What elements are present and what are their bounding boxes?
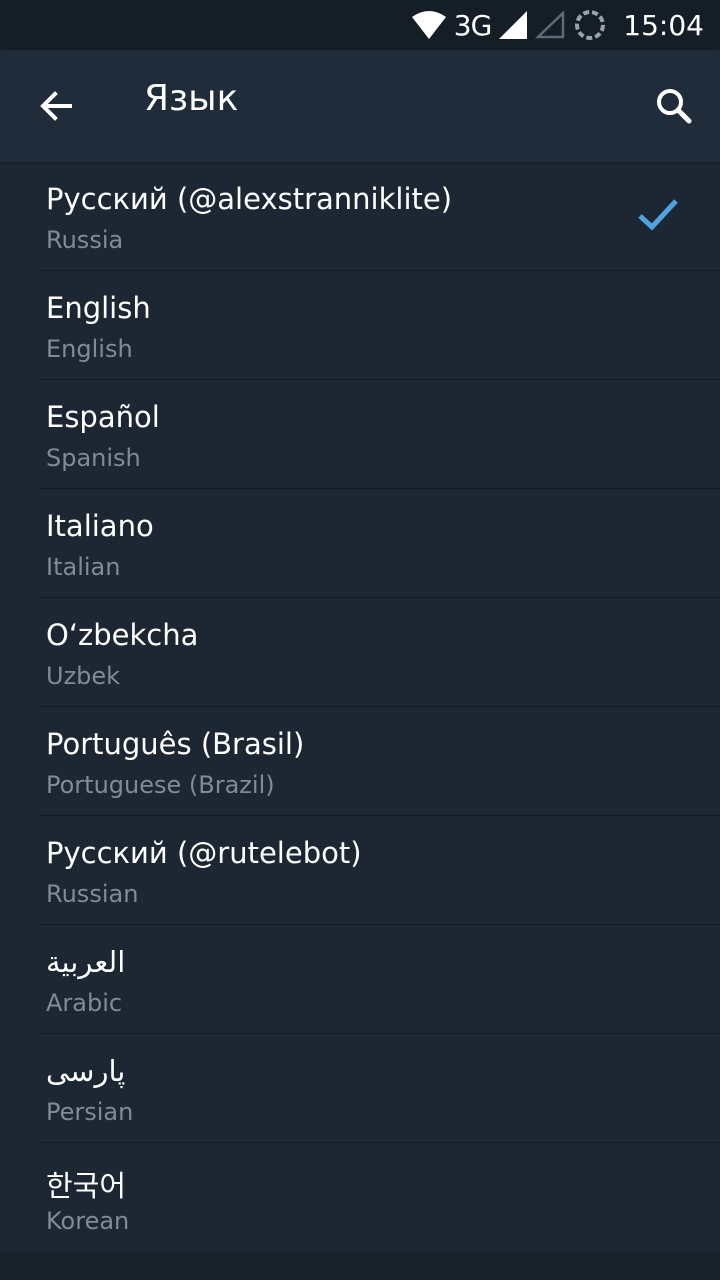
- back-button[interactable]: [20, 80, 90, 132]
- status-icons: 3G 15:04: [411, 0, 704, 50]
- language-name: Español: [46, 400, 160, 434]
- language-english-name: Italian: [46, 553, 121, 581]
- language-item[interactable]: Oʻzbekcha Uzbek: [40, 598, 720, 707]
- language-name: پارسی: [46, 1054, 126, 1088]
- language-name: 한국어: [46, 1169, 127, 1203]
- language-name: Русский (@rutelebot): [46, 836, 362, 870]
- bottom-edge: [0, 1252, 720, 1280]
- language-item[interactable]: Português (Brasil) Portuguese (Brazil): [40, 707, 720, 816]
- sync-icon: [575, 10, 606, 40]
- language-item[interactable]: Русский (@rutelebot) Russian: [40, 816, 720, 925]
- signal-icon: [499, 11, 528, 39]
- status-bar: 3G 15:04: [0, 0, 720, 50]
- language-name: Русский (@alexstranniklite): [46, 182, 453, 216]
- arrow-left-icon: [40, 91, 72, 121]
- language-english-name: English: [46, 335, 133, 363]
- language-item[interactable]: English English: [40, 271, 720, 380]
- language-english-name: Korean: [46, 1207, 130, 1235]
- language-english-name: Persian: [46, 1098, 134, 1126]
- language-english-name: Uzbek: [46, 662, 121, 690]
- wifi-icon: [411, 11, 446, 39]
- language-english-name: Portuguese (Brazil): [46, 771, 275, 799]
- page-title: Язык: [144, 78, 239, 119]
- language-english-name: Russian: [46, 880, 139, 908]
- language-english-name: Arabic: [46, 989, 123, 1017]
- language-name: العربية: [46, 945, 126, 979]
- language-list: Русский (@alexstranniklite) Russia English…: [0, 162, 720, 1251]
- signal-empty-icon: [535, 11, 565, 39]
- language-name: Italiano: [46, 509, 154, 543]
- language-item[interactable]: Italiano Italian: [40, 489, 720, 598]
- search-button[interactable]: [648, 80, 700, 132]
- clock: 15:04: [623, 8, 704, 42]
- language-item[interactable]: Русский (@alexstranniklite) Russia: [40, 162, 720, 271]
- search-icon: [657, 89, 692, 124]
- language-item[interactable]: 한국어 Korean: [40, 1143, 720, 1251]
- language-item[interactable]: العربية Arabic: [40, 925, 720, 1034]
- network-type-label: 3G: [453, 8, 493, 42]
- language-name: English: [46, 291, 151, 325]
- language-item[interactable]: Español Spanish: [40, 380, 720, 489]
- language-item[interactable]: پارسی Persian: [40, 1034, 720, 1143]
- checkmark-icon: [638, 199, 678, 231]
- language-name: Português (Brasil): [46, 727, 305, 761]
- language-english-name: Spanish: [46, 444, 141, 472]
- language-name: Oʻzbekcha: [46, 618, 199, 652]
- app-bar: Язык: [0, 50, 720, 162]
- language-english-name: Russia: [46, 226, 124, 254]
